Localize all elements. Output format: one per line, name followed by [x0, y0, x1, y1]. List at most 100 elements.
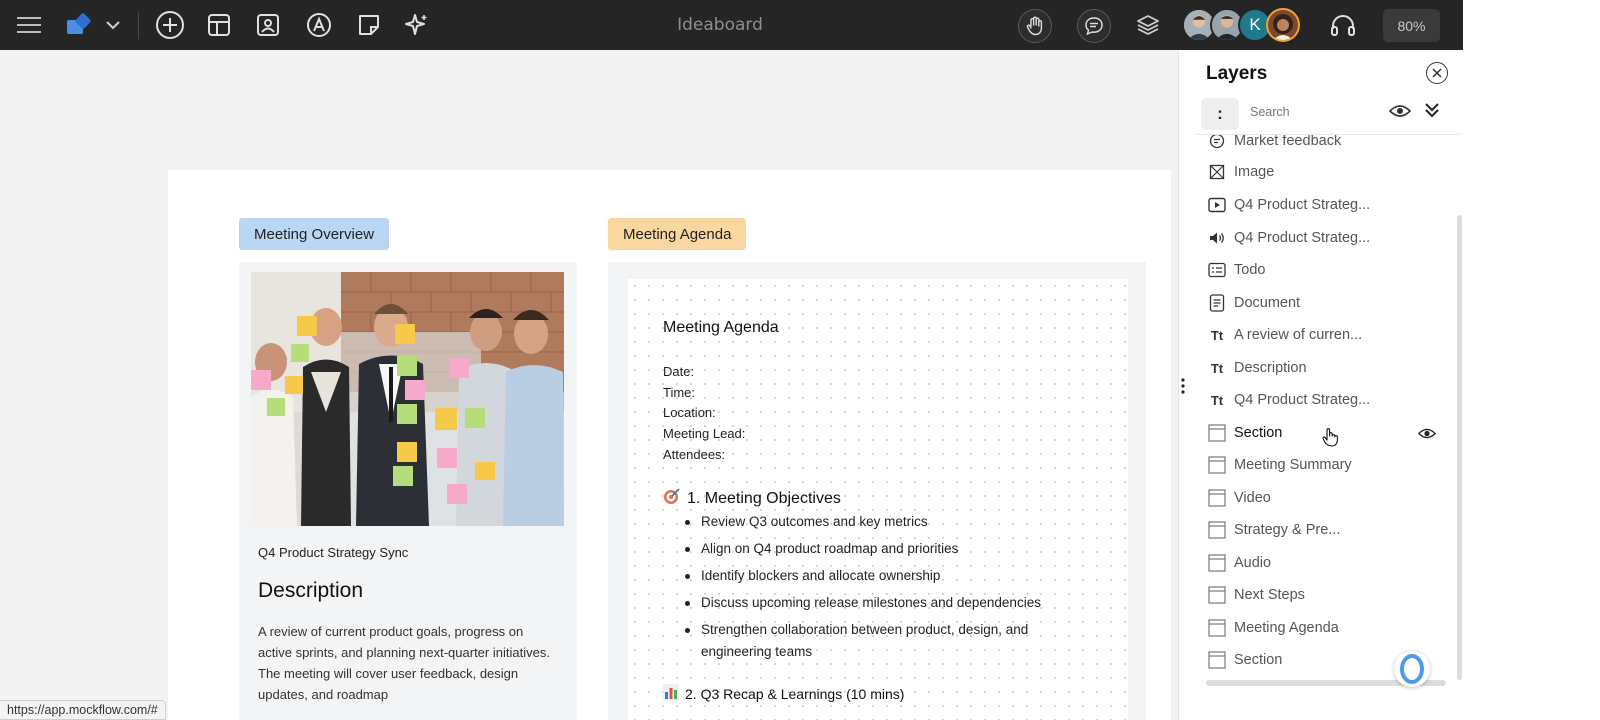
layer-item-label: Todo — [1234, 262, 1266, 278]
help-chat-button[interactable] — [1394, 651, 1430, 687]
todo-icon — [1207, 260, 1227, 280]
field-time: Time: — [663, 384, 696, 400]
agenda-fields: Date: Time: Location: Meeting Lead: Atte… — [663, 362, 745, 466]
layer-item-label: Description — [1234, 360, 1307, 376]
layer-item[interactable]: Tt A review of curren... — [1207, 322, 1447, 348]
template-icon[interactable] — [205, 0, 233, 50]
overview-subtitle[interactable]: Q4 Product Strategy Sync — [258, 545, 408, 560]
meeting-overview-card[interactable]: Q4 Product Strategy Sync Description A r… — [239, 262, 577, 720]
layer-options-button[interactable]: : — [1201, 98, 1239, 130]
layer-item-label: Video — [1234, 490, 1271, 506]
objectives-heading: 1. Meeting Objectives — [663, 487, 841, 510]
list-item: Discuss upcoming release milestones and … — [683, 592, 1083, 614]
layer-item[interactable]: Meeting Agenda — [1207, 615, 1447, 641]
target-icon — [663, 487, 681, 510]
layer-item-label: Next Steps — [1234, 587, 1305, 603]
list-item: Review Q3 outcomes and key metrics — [683, 511, 1083, 533]
board-section[interactable]: Meeting Overview Meeting Agenda Q4 Produ… — [168, 170, 1171, 720]
canvas[interactable]: Meeting Overview Meeting Agenda Q4 Produ… — [0, 50, 1178, 720]
layer-item[interactable]: Q4 Product Strateg... — [1207, 225, 1447, 251]
layer-item-label: Market feedback — [1234, 135, 1342, 149]
layer-item-label: A review of curren... — [1234, 327, 1363, 343]
eye-icon[interactable] — [1388, 103, 1412, 124]
section-icon — [1207, 423, 1227, 443]
layer-item[interactable]: Strategy & Pre... — [1207, 517, 1447, 543]
image-icon[interactable] — [254, 0, 282, 50]
video-icon — [1207, 195, 1227, 215]
link-status-bar: https://app.mockflow.com/# — [0, 700, 166, 720]
text-icon: Tt — [1210, 392, 1224, 408]
layer-item-label: Strategy & Pre... — [1234, 522, 1341, 538]
text-icon: Tt — [1210, 327, 1224, 343]
layer-item-label: Q4 Product Strateg... — [1234, 392, 1371, 408]
layer-item-label: Section — [1234, 425, 1283, 441]
section-icon — [1207, 520, 1227, 540]
hand-cursor-icon — [1321, 427, 1339, 452]
section-icon — [1207, 618, 1227, 638]
field-attendees: Attendees: — [663, 446, 726, 462]
layer-item-label: Document — [1234, 295, 1301, 311]
layer-item-label: Meeting Summary — [1234, 457, 1352, 473]
team-meeting-photo[interactable] — [251, 272, 564, 526]
layer-item-label: Audio — [1234, 555, 1272, 571]
list-item: Strengthen collaboration between product… — [683, 619, 1083, 663]
layer-item[interactable]: Tt Description — [1207, 355, 1447, 381]
zoom-level[interactable]: 80% — [1383, 9, 1440, 42]
field-location: Location: — [663, 405, 716, 421]
text-shape-icon[interactable] — [305, 0, 333, 50]
ai-sparkle-icon[interactable] — [402, 0, 432, 50]
meeting-overview-tag[interactable]: Meeting Overview — [239, 218, 390, 250]
list-item: Identify blockers and allocate ownership — [683, 565, 1083, 587]
hand-icon[interactable] — [1018, 9, 1052, 43]
headphones-icon[interactable] — [1327, 0, 1359, 50]
layer-item[interactable]: Audio — [1207, 550, 1447, 576]
panel-resize-handle-icon[interactable] — [1179, 377, 1187, 395]
layer-item[interactable]: Document — [1207, 290, 1447, 316]
section-icon — [1207, 553, 1227, 573]
layer-item-label: Q4 Product Strateg... — [1234, 230, 1371, 246]
image-placeholder-icon — [1207, 162, 1227, 182]
text-icon: Tt — [1210, 360, 1224, 376]
layer-item[interactable]: Tt Q4 Product Strateg... — [1207, 387, 1447, 413]
layer-item-label: Q4 Product Strateg... — [1234, 197, 1371, 213]
top-toolbar: Ideaboard K 80% — [0, 0, 1463, 50]
layer-list: Market feedback Image Q4 Product Strateg… — [1179, 135, 1464, 720]
layer-item[interactable]: Market feedback — [1207, 135, 1447, 154]
section-icon — [1207, 488, 1227, 508]
field-date: Date: — [663, 364, 695, 379]
window-background — [1463, 0, 1600, 720]
layer-item[interactable]: Next Steps — [1207, 582, 1447, 608]
list-item: Align on Q4 product roadmap and prioriti… — [683, 538, 1083, 560]
avatar[interactable] — [1266, 8, 1300, 42]
meeting-agenda-tag[interactable]: Meeting Agenda — [608, 218, 747, 250]
text-doc-icon — [1207, 135, 1227, 151]
audio-icon — [1207, 228, 1227, 248]
field-meeting-lead: Meeting Lead: — [663, 426, 746, 442]
chevron-down-icon[interactable] — [103, 0, 123, 50]
agenda-document[interactable]: Meeting Agenda Date: Time: Location: Mee… — [628, 279, 1128, 720]
layer-visibility-eye-icon[interactable] — [1417, 427, 1437, 445]
layer-search-input[interactable] — [1250, 105, 1370, 119]
description-text[interactable]: A review of current product goals, progr… — [258, 621, 558, 705]
recap-heading: 2. Q3 Recap & Learnings (10 mins) — [663, 684, 904, 703]
layers-vertical-scrollbar[interactable] — [1457, 215, 1462, 680]
board-title: Ideaboard — [677, 15, 763, 35]
comment-icon[interactable] — [1077, 9, 1111, 43]
menu-icon[interactable] — [14, 0, 44, 50]
layer-item[interactable]: Meeting Summary — [1207, 452, 1447, 478]
add-icon[interactable] — [154, 0, 186, 50]
description-heading[interactable]: Description — [258, 579, 363, 603]
section-icon — [1207, 650, 1227, 670]
layer-item[interactable]: Q4 Product Strateg... — [1207, 192, 1447, 218]
app-logo-icon[interactable] — [64, 0, 94, 50]
bar-chart-icon — [663, 684, 679, 703]
layer-item[interactable]: Image — [1207, 159, 1447, 185]
layers-panel-title: Layers — [1206, 63, 1268, 84]
meeting-agenda-card[interactable]: Meeting Agenda Date: Time: Location: Mee… — [608, 262, 1146, 720]
close-icon[interactable] — [1426, 62, 1448, 84]
layers-icon[interactable] — [1133, 0, 1163, 50]
sticky-note-icon[interactable] — [355, 0, 383, 50]
layer-item[interactable]: Video — [1207, 485, 1447, 511]
layer-item[interactable]: Todo — [1207, 257, 1447, 283]
collapse-all-icon[interactable] — [1424, 102, 1440, 123]
